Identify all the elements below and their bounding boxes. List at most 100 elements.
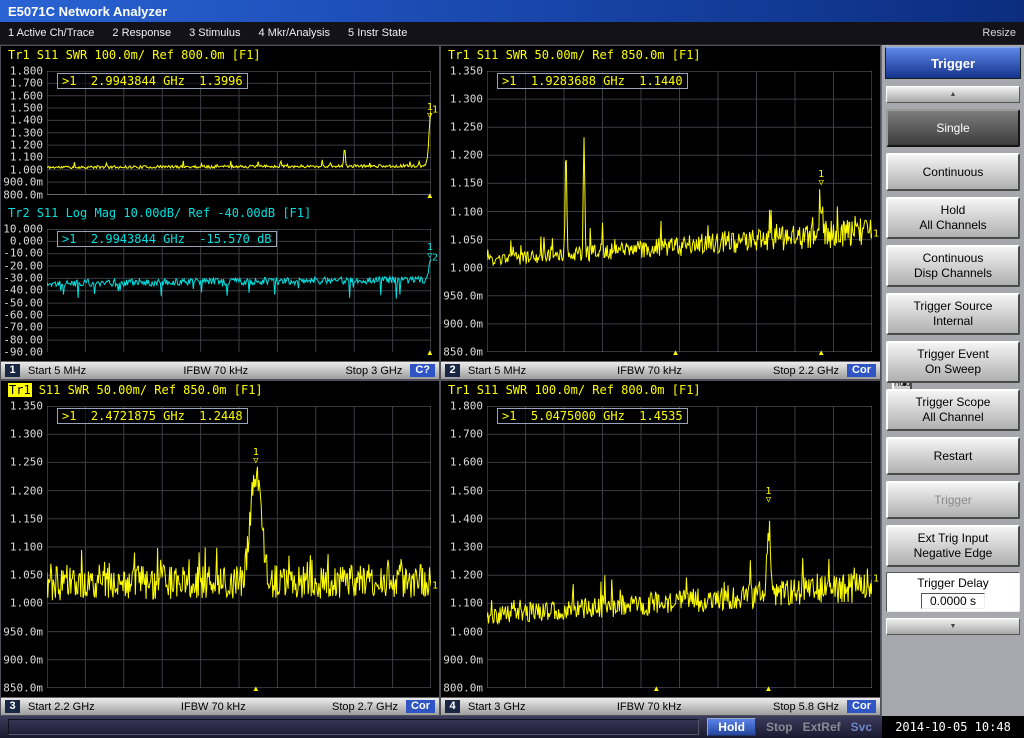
softkey-trigger-source-internal[interactable]: Trigger SourceInternal xyxy=(886,293,1020,335)
y-axis-label: 1.250 xyxy=(450,121,483,134)
y-axis-label: 1.050 xyxy=(450,233,483,246)
softkey-single[interactable]: Single xyxy=(886,109,1020,147)
trace-plot[interactable]: >1 2.4721875 GHz 1.2448 1▽1▲ xyxy=(47,406,431,688)
channel-1-panel: Tr1 S11 SWR 100.0m/ Ref 800.0m [F1] 1.800… xyxy=(0,45,440,380)
trace-settings: S11 SWR 50.00m/ Ref 850.0m [F1] xyxy=(39,383,263,397)
y-axis-label: -10.00 xyxy=(3,247,43,260)
message-area xyxy=(8,719,699,735)
trace-settings: S11 Log Mag 10.00dB/ Ref -40.00dB [F1] xyxy=(37,206,312,220)
trace-name[interactable]: Tr2 xyxy=(8,206,30,220)
trace-number-endpoint: 1 xyxy=(432,105,438,116)
trace-block: Tr1S11 SWR 100.0m/ Ref 800.0m [F1] 1.800… xyxy=(441,381,880,697)
cal-status-badge: Cor xyxy=(847,364,876,377)
softkey-label: Hold xyxy=(941,203,966,218)
trace-block: Tr1 S11 SWR 100.0m/ Ref 800.0m [F1] 1.800… xyxy=(1,46,439,204)
ifbw-readout: IFBW 70 kHz xyxy=(94,365,337,377)
softkey-continuous-disp-channels[interactable]: ContinuousDisp Channels xyxy=(886,245,1020,287)
y-axis-label: -60.00 xyxy=(3,308,43,321)
trace-plot[interactable]: >1 5.0475000 GHz 1.4535 1▽1▲▲ xyxy=(487,406,872,688)
softkey-trigger-scope-all-channel[interactable]: Trigger ScopeAll Channel xyxy=(886,389,1020,431)
trace-name[interactable]: Tr1 xyxy=(448,48,470,62)
stop-frequency: Stop 2.7 GHz xyxy=(332,701,398,713)
stop-frequency: Stop 3 GHz xyxy=(345,365,402,377)
channel-number: 2 xyxy=(445,364,460,377)
menu-resize[interactable]: Resize xyxy=(982,27,1016,39)
trace-name-active[interactable]: Tr1 xyxy=(8,383,32,397)
marker-axis-indicator: ▲ xyxy=(426,349,434,357)
y-axis-label: -50.00 xyxy=(3,296,43,309)
trace-plot[interactable]: >1 2.9943844 GHz 1.3996 1▽1▲ xyxy=(47,71,431,195)
trace-plot[interactable]: >1 2.9943844 GHz -15.570 dB 1▽2▲ xyxy=(47,229,431,353)
menu-active-ch-trace[interactable]: 1 Active Ch/Trace xyxy=(8,27,94,39)
softkey-label: Trigger Source xyxy=(914,299,993,314)
channel-number: 4 xyxy=(445,700,460,713)
y-axis-label: -80.00 xyxy=(3,333,43,346)
y-axis-label: -40.00 xyxy=(3,284,43,297)
y-axis-label: 850.0m xyxy=(443,346,483,359)
y-axis-label: 1.600 xyxy=(10,89,43,102)
y-axis-label: 900.0m xyxy=(3,653,43,666)
softkey-value: All Channel xyxy=(922,410,983,425)
softkey-value: Negative Edge xyxy=(914,546,993,561)
graticule xyxy=(47,406,431,688)
y-axis-label: 10.000 xyxy=(3,222,43,235)
softkey-trigger-event-on-sweep[interactable]: Trigger EventOn Sweep xyxy=(886,341,1020,383)
y-axis-label: 950.0m xyxy=(443,289,483,302)
y-axis-label: 900.0m xyxy=(443,317,483,330)
softkey-restart[interactable]: Restart xyxy=(886,437,1020,475)
marker-readout: >1 2.9943844 GHz -15.570 dB xyxy=(57,231,277,247)
ifbw-readout: IFBW 70 kHz xyxy=(103,701,324,713)
title-bar: E5071C Network Analyzer xyxy=(0,0,1024,22)
y-axis-label: 1.200 xyxy=(450,149,483,162)
y-axis-label: 1.500 xyxy=(450,484,483,497)
trace-header: Tr1S11 SWR 50.00m/ Ref 850.0m [F1] xyxy=(441,48,880,64)
marker-readout: >1 2.9943844 GHz 1.3996 xyxy=(57,73,248,89)
y-axis-label: 1.000 xyxy=(450,261,483,274)
softkey-scroll-up-button[interactable]: ▲ xyxy=(886,86,1020,103)
channel-3-panel: Tr1S11 SWR 50.00m/ Ref 850.0m [F1] 1.350… xyxy=(0,380,440,716)
trace-block: Tr1S11 SWR 50.00m/ Ref 850.0m [F1] 1.350… xyxy=(441,46,880,361)
marker-axis-indicator: ▲ xyxy=(426,192,434,200)
softkey-trigger-delay-0-0000-s[interactable]: Trigger Delay0.0000 s xyxy=(886,572,1020,612)
softkey-label: Ext Trig Input xyxy=(918,531,989,546)
ifbw-readout: IFBW 70 kHz xyxy=(533,701,765,713)
trace-number-endpoint: 1 xyxy=(873,229,879,240)
instrument-status-bar: Hold Stop ExtRef Svc 2014-10-05 10:48 xyxy=(0,716,1024,738)
y-axis-label: 800.0m xyxy=(443,682,483,695)
softkey-value: On Sweep xyxy=(925,362,981,377)
menu-stimulus[interactable]: 3 Stimulus xyxy=(189,27,240,39)
channel-status-bar: 1 Start 5 MHz IFBW 70 kHz Stop 3 GHz C? xyxy=(1,361,439,379)
softkey-scroll-down-button[interactable]: ▼ xyxy=(886,618,1020,635)
channel-status-bar: 4 Start 3 GHz IFBW 70 kHz Stop 5.8 GHz C… xyxy=(441,697,880,715)
softkey-hold-all-channels[interactable]: HoldAll Channels xyxy=(886,197,1020,239)
trace-block: Tr1S11 SWR 50.00m/ Ref 850.0m [F1] 1.350… xyxy=(1,381,439,697)
softkey-trigger: Trigger xyxy=(886,481,1020,519)
softkey-ext-trig-input-negative-edge[interactable]: Ext Trig InputNegative Edge xyxy=(886,525,1020,567)
channel-status-bar: 3 Start 2.2 GHz IFBW 70 kHz Stop 2.7 GHz… xyxy=(1,697,439,715)
y-axis-label: 0.000 xyxy=(10,234,43,247)
y-axis-label: 850.0m xyxy=(3,682,43,695)
service-indicator: Svc xyxy=(851,720,872,734)
marker-axis-indicator: ▲ xyxy=(672,349,680,357)
stop-frequency: Stop 2.2 GHz xyxy=(773,365,839,377)
graticule xyxy=(487,71,872,352)
y-axis-label: 1.300 xyxy=(10,126,43,139)
start-frequency: Start 3 GHz xyxy=(468,701,525,713)
graticule xyxy=(47,229,431,353)
down-arrow-icon: ▼ xyxy=(950,623,957,630)
plot-row: 1.8001.7001.6001.5001.4001.3001.2001.100… xyxy=(1,71,431,195)
y-axis-label: -20.00 xyxy=(3,259,43,272)
softkey-continuous[interactable]: Continuous xyxy=(886,153,1020,191)
trace-name[interactable]: Tr1 xyxy=(448,383,470,397)
trace-number-endpoint: 1 xyxy=(432,581,438,592)
trace-settings: S11 SWR 100.0m/ Ref 800.0m [F1] xyxy=(37,48,261,62)
y-axis-label: 1.100 xyxy=(450,597,483,610)
y-axis-label: 1.150 xyxy=(10,512,43,525)
trace-name[interactable]: Tr1 xyxy=(8,48,30,62)
menu-mkr-analysis[interactable]: 4 Mkr/Analysis xyxy=(258,27,330,39)
y-axis-label: 1.200 xyxy=(450,569,483,582)
trace-plot[interactable]: >1 1.9283688 GHz 1.1440 1▽1▲▲ xyxy=(487,71,872,352)
cal-status-badge: Cor xyxy=(847,700,876,713)
menu-response[interactable]: 2 Response xyxy=(112,27,171,39)
menu-instr-state[interactable]: 5 Instr State xyxy=(348,27,407,39)
